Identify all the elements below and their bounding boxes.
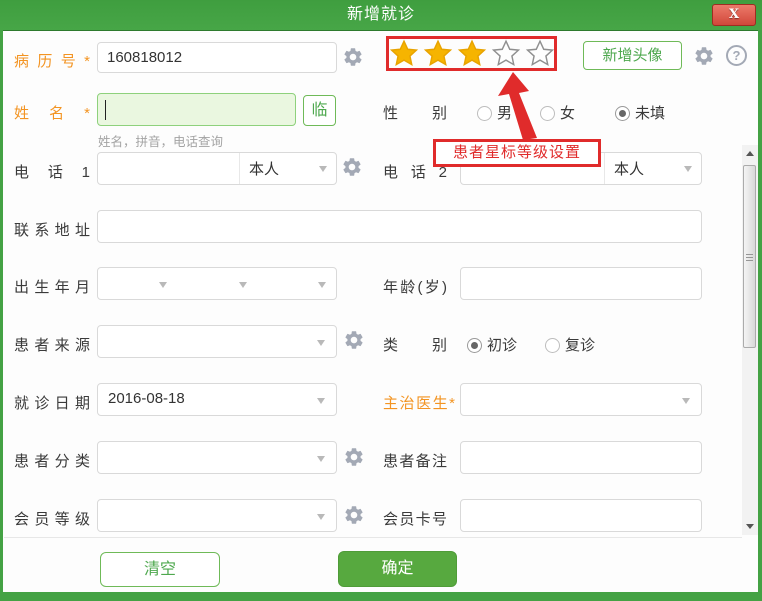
dialog-title: 新增就诊: [0, 0, 762, 30]
age-input[interactable]: [460, 267, 702, 300]
doctor-select[interactable]: [460, 383, 702, 416]
radio-icon[interactable]: [540, 106, 555, 121]
gender-option-female[interactable]: 女: [540, 102, 575, 123]
star-icon[interactable]: [389, 39, 419, 68]
birth-date-select[interactable]: [97, 267, 337, 300]
scrollbar-thumb[interactable]: [743, 165, 756, 348]
chevron-down-icon: [317, 514, 325, 524]
new-visit-dialog: 新增就诊 X 病历号* 新增头像 ? 姓名* 临 姓名，拼音，电话查询 性别 男…: [0, 0, 762, 601]
clear-button[interactable]: 清空: [100, 552, 220, 587]
phone-settings-gear-icon[interactable]: [341, 156, 363, 178]
footer-divider: [4, 537, 742, 538]
address-input[interactable]: [97, 210, 702, 243]
member-settings-gear-icon[interactable]: [343, 504, 365, 526]
temp-patient-button[interactable]: 临: [303, 95, 336, 126]
header-settings-gear-icon[interactable]: [693, 45, 715, 67]
annotation-star-setting: 患者星标等级设置: [433, 139, 601, 167]
help-icon[interactable]: ?: [726, 45, 747, 66]
birth-month-select[interactable]: [177, 268, 256, 299]
age-label: 年龄(岁): [383, 276, 447, 297]
add-avatar-button[interactable]: 新增头像: [583, 41, 682, 70]
scroll-down-button[interactable]: [742, 518, 758, 535]
star-icon[interactable]: [457, 39, 487, 68]
triangle-down-icon: [746, 524, 754, 529]
member-card-input[interactable]: [460, 499, 702, 532]
record-number-input[interactable]: [97, 42, 337, 73]
member-level-select[interactable]: [97, 499, 337, 532]
doctor-label: 主治医生*: [383, 392, 455, 413]
star-icon[interactable]: [423, 39, 453, 68]
radio-icon[interactable]: [467, 338, 482, 353]
record-settings-gear-icon[interactable]: [342, 46, 364, 68]
triangle-up-icon: [746, 151, 754, 156]
phone1-input[interactable]: [98, 153, 239, 184]
visit-type-option-return[interactable]: 复诊: [545, 334, 595, 355]
birth-day-select[interactable]: [257, 268, 336, 299]
radio-icon[interactable]: [477, 106, 492, 121]
chevron-down-icon: [682, 398, 690, 408]
phone2-relation-select[interactable]: 本人: [604, 153, 701, 184]
patient-remark-input[interactable]: [460, 441, 702, 474]
patient-category-label: 患者分类: [14, 450, 90, 471]
star-rating: [386, 36, 557, 71]
star-icon[interactable]: [525, 39, 555, 68]
patient-source-select[interactable]: [97, 325, 337, 358]
chevron-down-icon: [159, 282, 167, 292]
chevron-down-icon: [239, 282, 247, 292]
title-bar: 新增就诊: [0, 0, 762, 30]
patient-source-label: 患者来源: [14, 334, 90, 355]
birth-year-select[interactable]: [98, 268, 177, 299]
chevron-down-icon: [684, 166, 692, 176]
patient-category-select[interactable]: [97, 441, 337, 474]
phone1-field: 本人: [97, 152, 337, 185]
chevron-down-icon: [317, 456, 325, 466]
gender-option-male[interactable]: 男: [477, 102, 512, 123]
visit-type-option-first[interactable]: 初诊: [467, 334, 517, 355]
text-caret: [105, 100, 106, 120]
visit-type-label: 类别: [383, 334, 447, 355]
scrollbar[interactable]: [742, 145, 758, 535]
phone1-label: 电话1: [14, 161, 90, 182]
scrollbar-grip-icon: [746, 254, 753, 262]
phone1-relation-select[interactable]: 本人: [239, 153, 336, 184]
birth-date-label: 出生年月: [14, 276, 90, 297]
name-label: 姓名*: [14, 102, 90, 123]
category-settings-gear-icon[interactable]: [343, 446, 365, 468]
gender-label: 性别: [383, 102, 447, 123]
chevron-down-icon: [318, 282, 326, 292]
name-input[interactable]: [97, 93, 296, 126]
chevron-down-icon: [317, 398, 325, 408]
record-number-label: 病历号*: [14, 50, 90, 71]
close-button[interactable]: X: [712, 4, 756, 26]
name-search-hint: 姓名，拼音，电话查询: [98, 131, 223, 150]
radio-icon[interactable]: [545, 338, 560, 353]
gender-option-unfilled[interactable]: 未填: [615, 102, 665, 123]
member-card-label: 会员卡号: [383, 508, 447, 529]
chevron-down-icon: [317, 340, 325, 350]
confirm-button[interactable]: 确定: [338, 551, 457, 587]
source-settings-gear-icon[interactable]: [343, 329, 365, 351]
scroll-up-button[interactable]: [742, 145, 758, 162]
patient-remark-label: 患者备注: [383, 450, 447, 471]
visit-date-select[interactable]: 2016-08-18: [97, 383, 337, 416]
radio-icon[interactable]: [615, 106, 630, 121]
star-icon[interactable]: [491, 39, 521, 68]
address-label: 联系地址: [14, 219, 90, 240]
chevron-down-icon: [319, 166, 327, 176]
member-level-label: 会员等级: [14, 508, 90, 529]
visit-date-label: 就诊日期: [14, 392, 90, 413]
